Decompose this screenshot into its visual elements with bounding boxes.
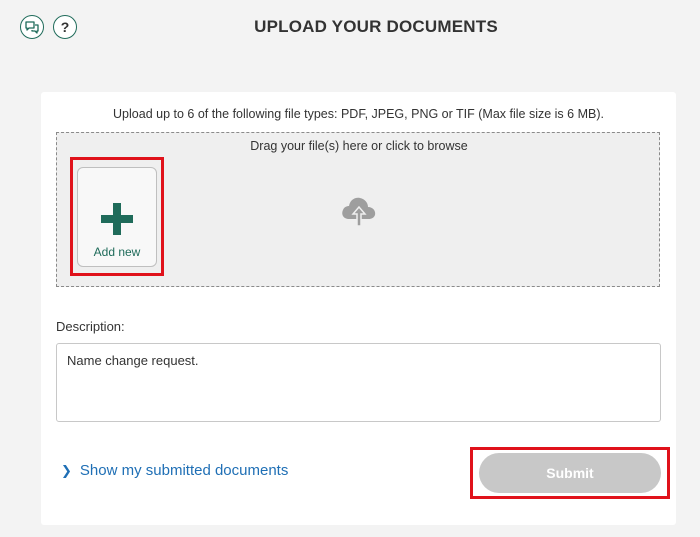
description-field[interactable]: Name change request. [56, 343, 661, 422]
description-label: Description: [56, 319, 125, 334]
add-new-button[interactable]: Add new [77, 167, 157, 267]
dropzone-hint: Drag your file(s) here or click to brows… [250, 139, 468, 153]
upload-instructions: Upload up to 6 of the following file typ… [113, 107, 604, 121]
cloud-upload-icon [342, 197, 376, 227]
chevron-right-icon: ❯ [61, 462, 72, 478]
submitted-link-label: Show my submitted documents [79, 462, 289, 479]
top-bar: ? UPLOAD YOUR DOCUMENTS [0, 0, 700, 60]
show-submitted-documents-link[interactable]: ❯ Show my submitted documents [61, 462, 288, 479]
plus-icon [101, 203, 133, 235]
upload-card: Upload up to 6 of the following file typ… [41, 92, 676, 525]
file-dropzone[interactable]: Drag your file(s) here or click to brows… [56, 132, 660, 287]
add-new-label: Add new [93, 245, 141, 259]
page-title: UPLOAD YOUR DOCUMENTS [254, 17, 498, 36]
submit-button[interactable]: Submit [479, 453, 661, 493]
